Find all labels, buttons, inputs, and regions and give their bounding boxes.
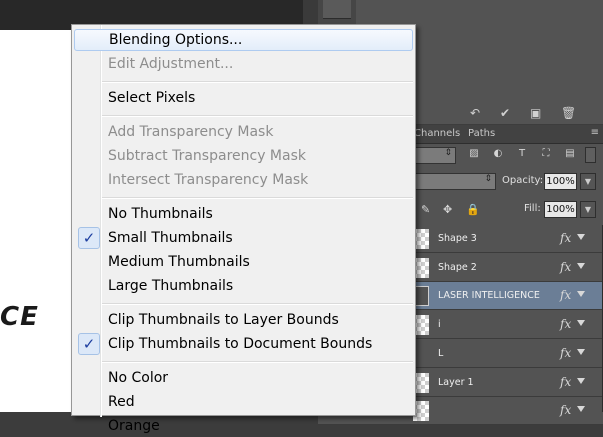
trash-icon[interactable]: 🗑: [561, 106, 576, 120]
menu-item-label: Blending Options...: [109, 32, 243, 48]
lock-position-icon[interactable]: ✥: [443, 203, 452, 216]
check-icon: ✓: [78, 333, 100, 355]
fill-label: Fill:: [524, 203, 541, 214]
menu-item-small-thumbnails[interactable]: ✓ Small Thumbnails: [74, 227, 413, 249]
menu-item-label: Red: [108, 394, 135, 410]
layer-context-menu: Blending Options... Edit Adjustment... Sel…: [71, 24, 416, 434]
menu-item-intersect-transparency-mask: Intersect Transparency Mask: [74, 169, 413, 191]
menu-item-label: No Color: [108, 370, 169, 386]
opacity-input[interactable]: 100%: [544, 173, 577, 190]
menu-item-no-thumbnails[interactable]: No Thumbnails: [74, 203, 413, 225]
shape-filter-icon[interactable]: ⛶: [540, 148, 552, 159]
layer-name[interactable]: Shape 3: [438, 233, 477, 244]
panel-menu-icon[interactable]: ≡: [591, 127, 599, 138]
layer-effects-icon[interactable]: fx: [560, 288, 571, 302]
menu-separator: [102, 361, 413, 363]
layer-name[interactable]: LASER INTELLIGENCE: [438, 290, 540, 301]
menu-item-label: Intersect Transparency Mask: [108, 172, 309, 188]
menu-item-label: Orange: [108, 418, 160, 434]
layer-effects-icon[interactable]: fx: [560, 317, 571, 331]
layer-name[interactable]: Shape 2: [438, 262, 477, 273]
menu-separator: [102, 197, 413, 199]
expand-effects-icon[interactable]: [577, 262, 585, 269]
menu-separator: [102, 115, 413, 117]
lock-pixels-icon[interactable]: ✎: [421, 203, 430, 216]
menu-item-select-pixels[interactable]: Select Pixels: [74, 87, 413, 109]
filter-toggle[interactable]: [585, 147, 596, 163]
filter-kind-select[interactable]: ⇕: [414, 147, 456, 164]
menu-item-label: Large Thumbnails: [108, 278, 234, 294]
chevron-updown-icon: ⇕: [484, 174, 492, 184]
menu-item-blending-options[interactable]: Blending Options...: [74, 29, 413, 51]
menu-item-label: Clip Thumbnails to Document Bounds: [108, 336, 373, 352]
expand-effects-icon[interactable]: [577, 406, 585, 413]
opacity-label: Opacity:: [502, 175, 544, 186]
tab-paths[interactable]: Paths: [468, 128, 495, 139]
menu-item-label: No Thumbnails: [108, 206, 213, 222]
expand-effects-icon[interactable]: [577, 348, 585, 355]
menu-item-edit-adjustment: Edit Adjustment...: [74, 53, 413, 75]
chevron-updown-icon: ⇕: [444, 148, 452, 158]
panel-collapse-handle[interactable]: [323, 0, 351, 19]
menu-item-red[interactable]: Red: [74, 391, 413, 413]
lock-all-icon[interactable]: 🔒: [466, 203, 480, 216]
menu-item-medium-thumbnails[interactable]: Medium Thumbnails: [74, 251, 413, 273]
menu-item-label: Small Thumbnails: [108, 230, 233, 246]
menu-separator: [102, 303, 413, 305]
commit-icon[interactable]: ✔: [500, 106, 510, 120]
undo-icon[interactable]: ↶: [470, 106, 480, 120]
fill-dropdown-icon[interactable]: ▼: [580, 201, 596, 218]
menu-item-label: Medium Thumbnails: [108, 254, 250, 270]
expand-effects-icon[interactable]: [577, 320, 585, 327]
menu-separator: [102, 81, 413, 83]
pixel-filter-icon[interactable]: ▨: [468, 148, 480, 159]
menu-item-no-color[interactable]: No Color: [74, 367, 413, 389]
check-icon: ✓: [78, 227, 100, 249]
layer-name[interactable]: L: [438, 348, 443, 359]
layer-name[interactable]: i: [438, 319, 441, 330]
layer-effects-icon[interactable]: fx: [560, 403, 571, 417]
menu-item-label: Clip Thumbnails to Layer Bounds: [108, 312, 339, 328]
layer-effects-icon[interactable]: fx: [560, 260, 571, 274]
tab-channels[interactable]: Channels: [414, 128, 460, 139]
type-filter-icon[interactable]: T: [516, 148, 528, 159]
layer-effects-icon[interactable]: fx: [560, 375, 571, 389]
expand-effects-icon[interactable]: [577, 234, 585, 240]
menu-item-add-transparency-mask: Add Transparency Mask: [74, 121, 413, 143]
new-item-icon[interactable]: ▣: [530, 106, 541, 120]
layer-name[interactable]: Layer 1: [438, 377, 474, 388]
layer-effects-icon[interactable]: fx: [560, 346, 571, 360]
menu-item-label: Select Pixels: [108, 90, 196, 106]
canvas-logo-text: CE: [0, 302, 39, 332]
fill-input[interactable]: 100%: [544, 201, 577, 218]
expand-effects-icon[interactable]: [577, 291, 585, 298]
opacity-dropdown-icon[interactable]: ▼: [580, 173, 596, 190]
menu-item-large-thumbnails[interactable]: Large Thumbnails: [74, 275, 413, 297]
menu-item-label: Subtract Transparency Mask: [108, 148, 306, 164]
menu-item-orange[interactable]: Orange: [74, 415, 413, 437]
menu-item-subtract-transparency-mask: Subtract Transparency Mask: [74, 145, 413, 167]
menu-item-clip-thumbnails-to-layer-bounds[interactable]: Clip Thumbnails to Layer Bounds: [74, 309, 413, 331]
layer-effects-icon[interactable]: fx: [560, 231, 571, 245]
expand-effects-icon[interactable]: [577, 377, 585, 384]
menu-item-label: Add Transparency Mask: [108, 124, 274, 140]
smart-object-filter-icon[interactable]: ▤: [564, 148, 576, 159]
menu-item-clip-thumbnails-to-document-bounds[interactable]: ✓ Clip Thumbnails to Document Bounds: [74, 333, 413, 355]
blend-mode-select[interactable]: ⇕: [414, 173, 496, 190]
adjustment-filter-icon[interactable]: ◐: [492, 148, 504, 159]
menu-item-label: Edit Adjustment...: [108, 56, 234, 72]
